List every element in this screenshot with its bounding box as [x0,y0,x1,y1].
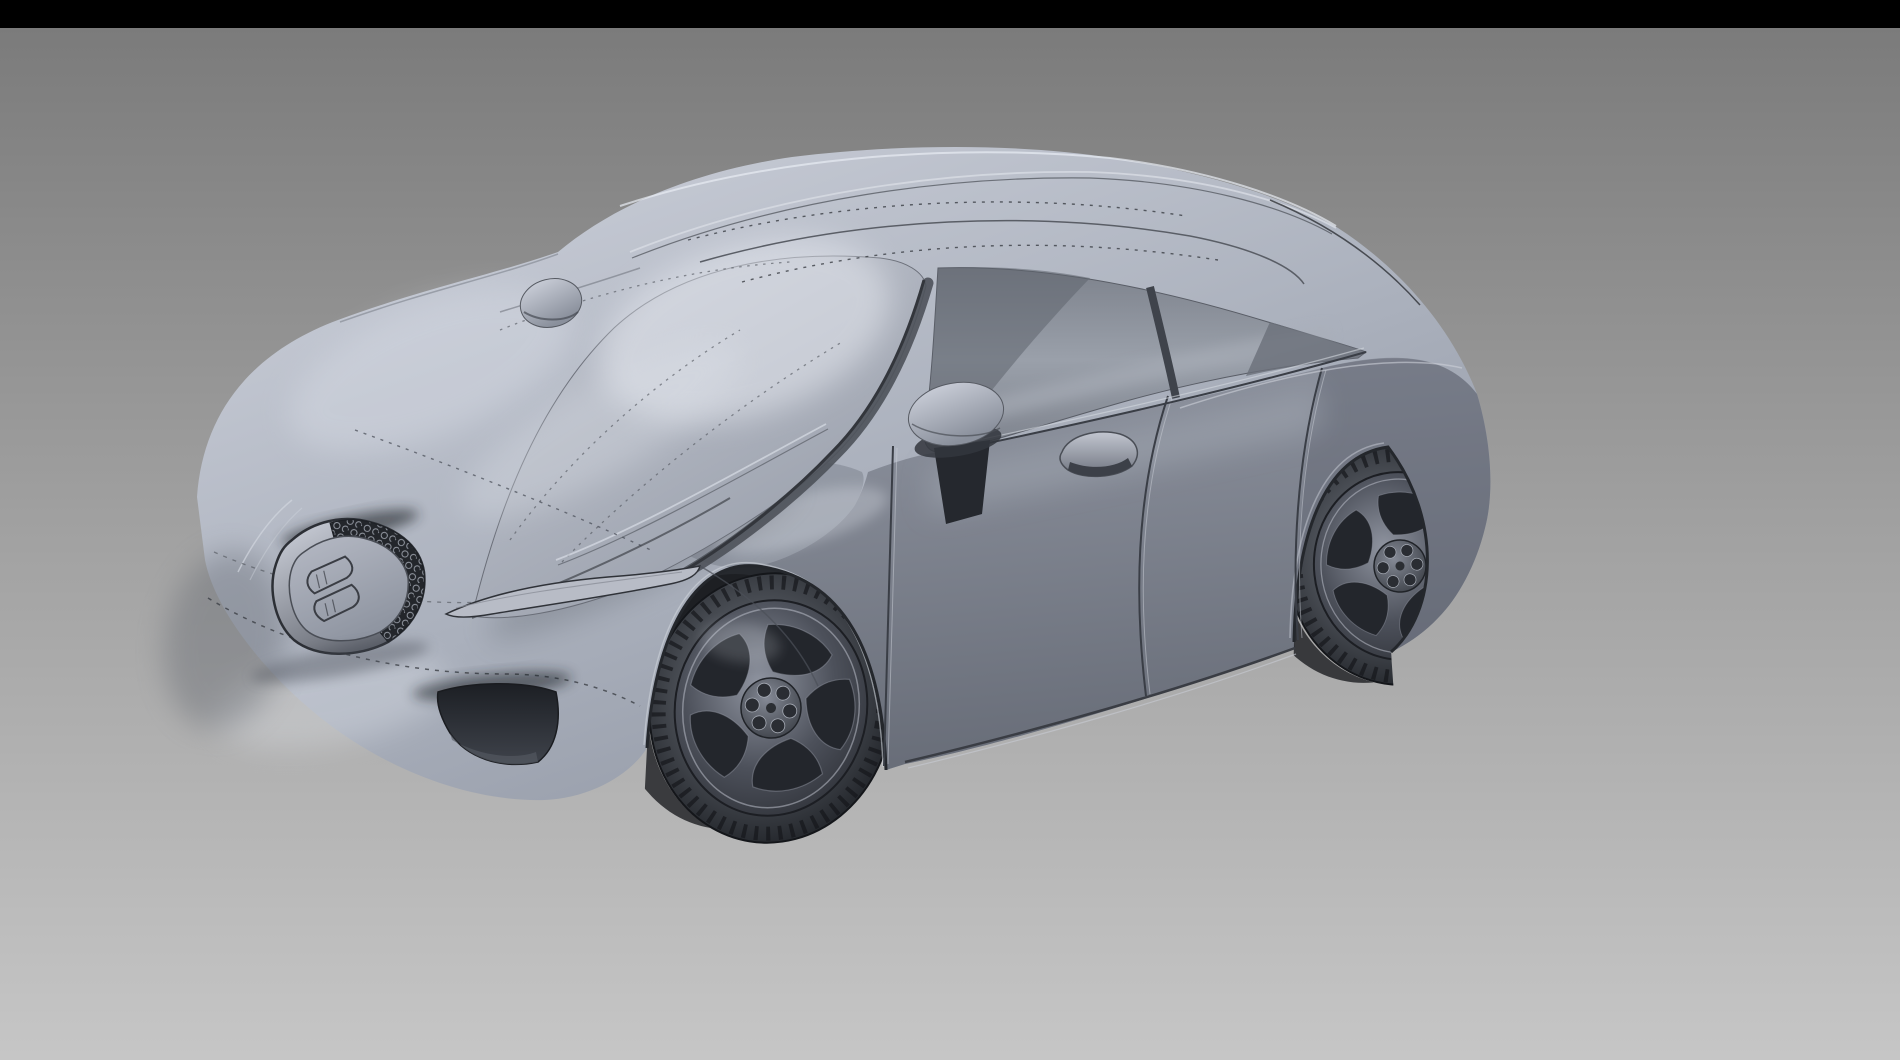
grille-panel [289,536,408,641]
viewport-canvas[interactable] [0,0,1900,1060]
screenshot-root [0,0,1900,1060]
letterbox-top-bar [0,0,1900,28]
